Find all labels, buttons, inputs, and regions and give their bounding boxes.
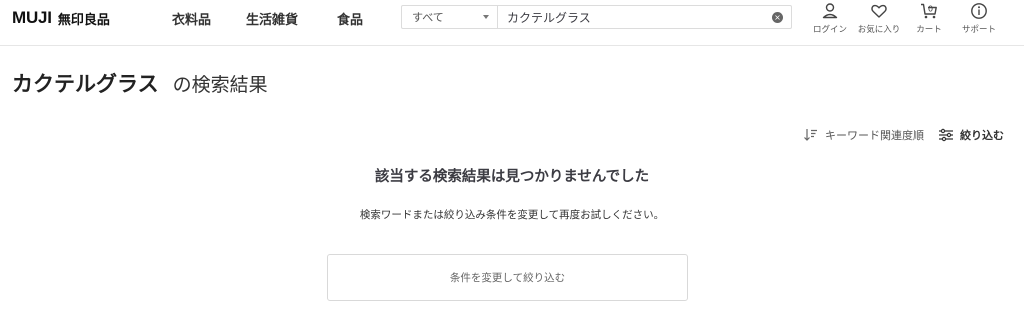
nav-item-clothing[interactable]: 衣料品 <box>172 9 211 28</box>
change-conditions-button[interactable]: 条件を変更して絞り込む <box>327 254 688 301</box>
login-label: ログイン <box>812 25 847 35</box>
cart-label: カート <box>916 25 942 35</box>
sort-button[interactable]: キーワード関連度順 <box>803 127 924 143</box>
sort-icon <box>804 129 817 141</box>
support-link[interactable]: サポート <box>954 0 1004 46</box>
sort-label: キーワード関連度順 <box>825 129 924 142</box>
logo-jp: 無印良品 <box>57 12 110 28</box>
logo-latin: MUJI <box>12 8 52 27</box>
filter-icon <box>939 128 953 142</box>
muji-logo[interactable]: MUJI 無印良品 <box>12 8 110 28</box>
heart-icon <box>871 4 887 18</box>
filter-label: 絞り込む <box>960 129 1004 142</box>
favorites-link[interactable]: お気に入り <box>854 0 904 46</box>
change-conditions-label: 条件を変更して絞り込む <box>449 272 566 284</box>
nav-item-food[interactable]: 食品 <box>337 9 363 28</box>
search-scope-select[interactable]: すべて <box>402 6 498 28</box>
person-icon <box>822 3 838 19</box>
clear-search-icon[interactable]: × <box>772 12 783 23</box>
search-input[interactable] <box>498 6 791 28</box>
no-results-hint: 検索ワードまたは絞り込み条件を変更して再度お試しください。 <box>359 209 665 221</box>
search-results-suffix: の検索結果 <box>172 74 268 96</box>
cart-link[interactable]: 0 カート <box>904 0 954 46</box>
page-title: カクテルグラス の検索結果 <box>12 68 268 96</box>
no-results-heading: 該当する検索結果は見つかりませんでした <box>374 169 650 185</box>
cart-count: 0 <box>928 5 933 14</box>
search-bar: すべて × <box>401 5 792 29</box>
cart-icon: 0 <box>921 3 937 19</box>
site-header: MUJI 無印良品 衣料品 生活雑貨 食品 すべて × ログイン お気に入り <box>0 0 1024 46</box>
filter-button[interactable]: 絞り込む <box>938 127 1004 143</box>
search-query-heading: カクテルグラス <box>12 72 159 96</box>
chevron-down-icon <box>483 15 489 19</box>
support-label: サポート <box>961 25 996 35</box>
search-scope-label: すべて <box>412 11 444 24</box>
nav-item-household[interactable]: 生活雑貨 <box>246 9 298 28</box>
login-link[interactable]: ログイン <box>805 0 855 46</box>
favorites-label: お気に入り <box>857 25 901 35</box>
info-icon <box>971 3 987 19</box>
